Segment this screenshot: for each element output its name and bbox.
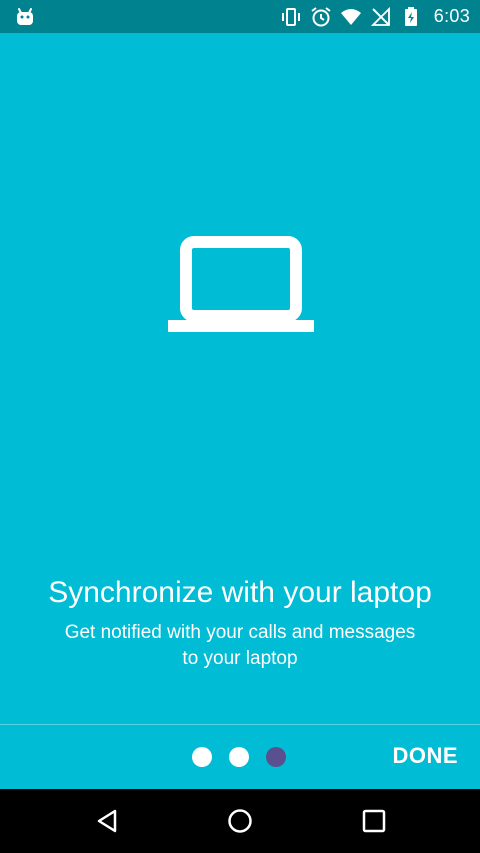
no-signal-icon	[370, 6, 390, 26]
description-line-1: Get notified with your calls and message…	[64, 622, 416, 643]
page-dot-2[interactable]	[229, 747, 249, 767]
bottom-bar: DONE	[0, 725, 480, 789]
onboarding-screen: 6:03 Synchronize with your laptop Get no…	[0, 0, 480, 853]
android-icon	[17, 8, 33, 25]
status-icons: 6:03	[280, 0, 470, 33]
page-dot-3-active[interactable]	[266, 747, 286, 767]
status-bar: 6:03	[0, 0, 480, 33]
page-description: Get notified with your calls and message…	[40, 620, 440, 672]
alarm-icon	[311, 6, 331, 26]
home-icon[interactable]	[226, 807, 254, 835]
wifi-icon	[340, 8, 361, 25]
done-button[interactable]: DONE	[392, 743, 458, 769]
back-icon[interactable]	[93, 807, 121, 835]
page-title: Synchronize with your laptop	[48, 576, 432, 609]
navigation-bar	[0, 789, 480, 853]
recent-apps-icon[interactable]	[360, 807, 388, 835]
status-time: 6:03	[433, 6, 470, 26]
vibrate-icon	[281, 7, 300, 26]
laptop-icon	[168, 236, 314, 332]
page-indicator	[192, 747, 286, 767]
battery-charging-icon	[404, 6, 417, 26]
page-dot-1[interactable]	[192, 747, 212, 767]
description-line-2: to your laptop	[182, 648, 298, 669]
